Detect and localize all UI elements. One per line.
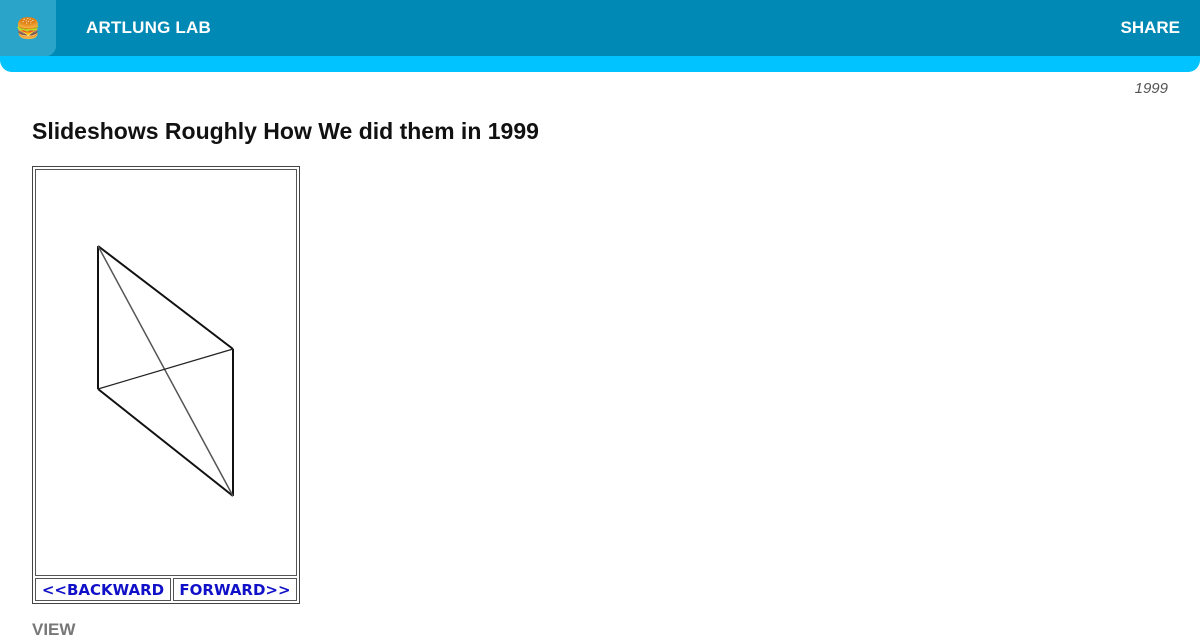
post-year-tag: 1999 (1134, 80, 1168, 97)
slide-image-frame (35, 169, 297, 576)
edge-bottom (97, 388, 234, 497)
page-title: Slideshows Roughly How We did them in 19… (32, 118, 539, 144)
diagonal-short (97, 348, 234, 390)
slideshow-table: <<BACKWARD FORWARD>> (32, 166, 300, 604)
menu-button[interactable]: 🍔 (0, 0, 56, 56)
wireframe-drawing (97, 245, 234, 497)
slideshow-nav-row: <<BACKWARD FORWARD>> (35, 578, 297, 601)
edge-top (97, 245, 234, 350)
forward-link[interactable]: FORWARD>> (173, 578, 297, 601)
top-navigation-bar: 🍔 ARTLUNG LAB SHARE (0, 0, 1200, 72)
below-section-heading: VIEW (32, 620, 76, 639)
backward-link[interactable]: <<BACKWARD (35, 578, 171, 601)
hamburger-emoji-icon: 🍔 (15, 17, 41, 40)
diagonal-long (97, 245, 234, 497)
share-button[interactable]: SHARE (1120, 18, 1180, 38)
slide-image (97, 245, 234, 497)
top-bar-main: 🍔 ARTLUNG LAB SHARE (0, 0, 1200, 56)
site-title-link[interactable]: ARTLUNG LAB (86, 18, 211, 38)
